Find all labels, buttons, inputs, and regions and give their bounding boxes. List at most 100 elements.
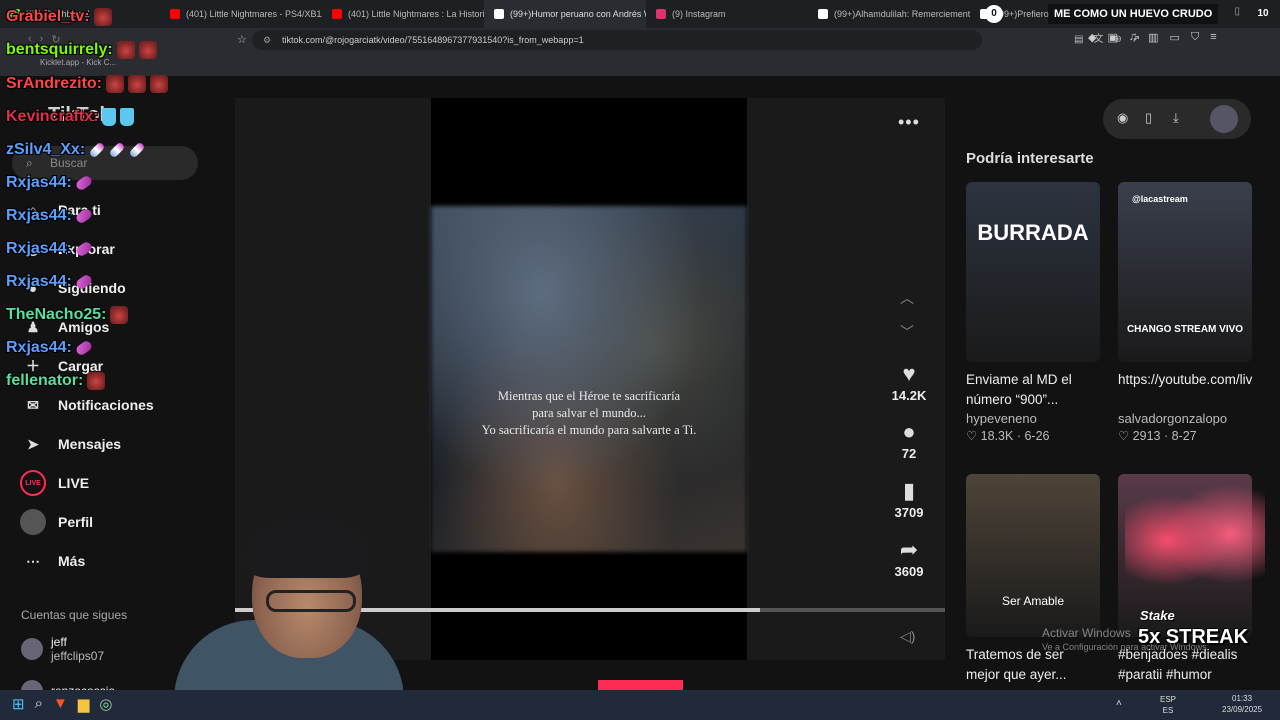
share-button[interactable]: ➦ 3609 [880,536,938,579]
recommendation-card[interactable]: Ser Amable Tratemos de ser mejor que ayer… [966,474,1100,685]
browser-tab[interactable]: (99+)Alhamdulilah: Remerciements [808,0,970,28]
folder-icon[interactable]: ▆ [78,695,90,713]
device-icon[interactable]: ▯ [1145,110,1152,126]
chat-username: Grabiel_tv: [6,8,90,25]
following-account-text: jeff jeffclips07 [51,635,104,663]
recommendation-user[interactable]: salvadorgonzalopo [1118,411,1252,426]
more-options-icon[interactable]: ••• [898,112,920,133]
emote-icon [138,41,157,59]
url-field[interactable]: ⚙ tiktok.com/@rojogarciatk/video/7551648… [252,30,1140,50]
save-button[interactable]: ▮ 3709 [880,477,938,520]
coin-icon[interactable]: ◉ [1117,110,1128,126]
tab-label: (99+)Prefiero [996,9,1049,19]
sidebar-icon[interactable]: ▥ [1148,31,1158,44]
language-code: ESP [1160,695,1177,704]
next-video-icon[interactable]: ﹀ [900,322,914,342]
bookmark-kicklet[interactable]: Kicklet.app - Kick C... [40,58,116,67]
emote-icon [74,240,94,258]
language-indicator[interactable]: ESP ES [1160,694,1176,716]
search-taskbar-icon[interactable]: ⌕ [35,695,43,713]
download-icon[interactable]: ⤓ [1173,110,1179,126]
media-icon[interactable]: ♫ [1129,31,1137,44]
emote-icon [87,372,106,390]
menu-icon[interactable]: ≡ [1210,31,1216,44]
recommendation-thumbnail[interactable]: Ser Amable [966,474,1100,637]
recommendation-user[interactable]: hypeveneno [966,411,1100,426]
recommendation-thumbnail[interactable]: CHANGO STREAM VIVO @lacastream [1118,182,1252,362]
top-actions-pill: ◉ ▯ ⤓ [1103,99,1251,139]
recommendation-card[interactable]: CHANGO STREAM VIVO @lacastream https://you… [1118,182,1252,443]
following-section-title: Cuentas que sigues [21,608,128,622]
windows-activation-title: Activar Windows [1042,626,1131,640]
chat-message: Grabiel_tv: [6,8,112,26]
bookmark-save-icon: ▮ [902,478,916,503]
browser-tab[interactable]: (401) Little Nightmares : La Historia [322,0,484,28]
chat-username: Rxjas44: [6,207,72,224]
emote-icon [88,141,106,159]
sidebar-item[interactable]: ✉ Notificaciones [20,391,210,419]
chat-username: fellenator: [6,372,84,389]
emote-icon [102,108,117,126]
tab-favicon-icon [494,9,504,19]
browser-tab[interactable]: (99+)Humor peruano con Andrés W [484,0,646,28]
share-count: 3609 [894,564,924,579]
taskbar: ⊞ ⌕ ▼ ▆ ◎ ˄ [0,690,1280,720]
reader-mode-icon[interactable]: ▤ [1074,30,1083,50]
chat-username: Rxjas44: [6,273,72,290]
system-clock[interactable]: 01:33 23/09/2025 [1222,693,1262,715]
app-icon[interactable]: ◎ [99,695,112,713]
browser-tab[interactable]: (401) Little Nightmares - PS4/XB1/PC [160,0,322,28]
tab-label: (401) Little Nightmares - PS4/XB1/PC [186,9,322,19]
thumbnail-text: CHANGO STREAM VIVO [1126,324,1244,335]
recommendation-thumbnail[interactable]: BURRADA [966,182,1100,362]
emote-icon [108,141,126,159]
volume-icon[interactable]: ◁) [900,628,915,645]
chat-message: Rxjas44: [6,240,94,258]
chat-username: bentsquirrely: [6,41,113,58]
chat-username: Rxjas44: [6,339,72,356]
tab-audio-icon[interactable]: ▯ [1234,6,1240,17]
windows-start-icon[interactable]: ⊞ [12,695,25,713]
url-text: tiktok.com/@rojogarciatk/video/755164896… [282,35,584,45]
like-button[interactable]: ♥ 14.2K [880,360,938,403]
chat-message: Rxjas44: [6,273,94,291]
tab-label: (401) Little Nightmares : La Historia [348,9,484,19]
video-caption: Mientras que el Héroe te sacrificaría pa… [431,388,747,439]
avatar [21,638,43,660]
thumbnail-text: BURRADA [977,220,1089,245]
sidebar-item[interactable]: LIVE LIVE [20,469,210,497]
browser-tab[interactable]: (99+)Prefiero [970,0,1050,28]
recommendation-card[interactable]: BURRADA Enviame al MD el número “900”... h… [966,182,1100,443]
bookmark-icon[interactable]: ☆ [237,33,247,46]
chat-username: TheNacho25: [6,306,107,323]
recommendation-title[interactable]: Enviame al MD el número “900”... [966,370,1100,410]
emote-icon [74,273,94,291]
screen: Kick Dashboard (401) Little Nightmares - … [0,0,1280,720]
chat-username: zSilv4_Xx: [6,141,86,158]
tab-label: (9) Instagram [672,9,726,19]
avatar[interactable] [1210,105,1238,133]
recommendation-title[interactable]: https://youtube.com/live/1qSSxtFv66Y?... [1118,370,1252,410]
site-info-icon[interactable]: ⚙ [263,30,271,50]
webcam-overlay [174,520,404,700]
emote-icon [116,41,135,59]
tab-count-badge[interactable]: 10 [1254,5,1272,23]
system-tray: ˄ [1116,698,1122,709]
comment-button[interactable]: ● 72 [880,418,938,461]
emote-icon [74,339,94,357]
previous-video-icon[interactable]: ︿ [900,288,914,308]
puzzle-icon[interactable]: ▣ [1107,31,1117,44]
chevron-up-icon[interactable]: ˄ [1116,698,1122,709]
thumbnail-text: Ser Amable [1001,594,1065,608]
extension-icon[interactable]: ◆ [1088,31,1096,44]
heart-icon: ♥ [902,361,916,386]
inbox-icon: ✉ [27,396,39,413]
wallet-icon[interactable]: ▭ [1170,31,1180,44]
caption-line: Mientras que el Héroe te sacrificaría [497,389,681,403]
emote-icon [128,75,146,93]
shield-icon[interactable]: ⛉ [1191,31,1199,44]
brave-icon[interactable]: ▼ [53,695,68,713]
chat-username: Rxjas44: [6,174,72,191]
sidebar-item[interactable]: ➤ Mensajes [20,430,210,458]
browser-tab[interactable]: (9) Instagram [646,0,808,28]
